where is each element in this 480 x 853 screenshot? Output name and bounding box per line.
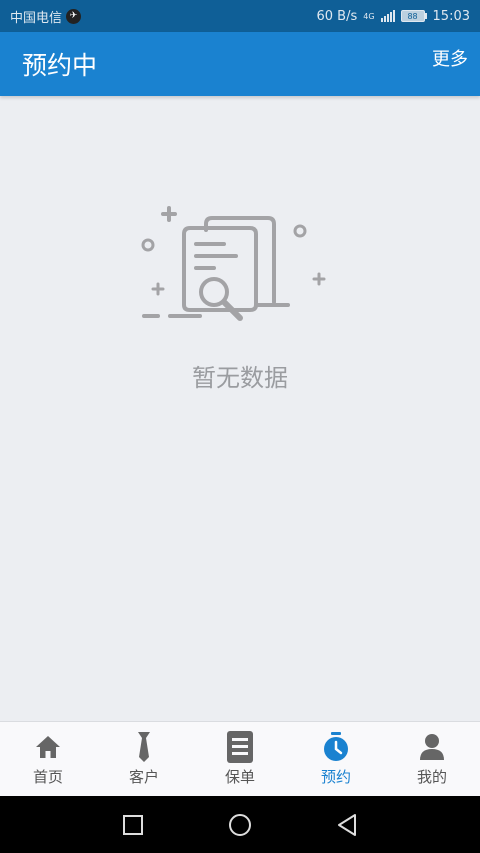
home-circle-icon[interactable]	[225, 810, 255, 840]
app-bar: 预约中 更多	[0, 32, 480, 96]
carrier-name: 中国电信	[10, 10, 63, 26]
tab-policies[interactable]: 保单	[192, 722, 288, 796]
page-title: 预约中	[22, 51, 98, 80]
document-search-icon	[141, 206, 326, 321]
clock-icon	[321, 731, 351, 762]
bottom-tab-bar: 首页 客户 保单 预约 我的	[0, 721, 480, 796]
empty-state: 暂无数据	[0, 200, 480, 393]
tab-label: 我的	[416, 767, 447, 786]
status-time: 15:03	[432, 8, 470, 24]
battery-icon: 88	[400, 10, 427, 22]
carrier-logo-icon: ✈	[66, 8, 82, 24]
tie-icon	[129, 731, 159, 762]
more-button[interactable]: 更多	[432, 45, 468, 71]
home-icon	[33, 732, 63, 762]
tab-label: 预约	[320, 767, 351, 786]
empty-message: 暂无数据	[192, 364, 288, 392]
tab-customers[interactable]: 客户	[96, 722, 192, 796]
tab-label: 首页	[32, 767, 63, 786]
network-type: 4G	[363, 11, 375, 21]
back-icon[interactable]	[332, 810, 362, 840]
tab-profile[interactable]: 我的	[384, 722, 480, 796]
signal-icon	[380, 10, 395, 22]
policy-icon	[225, 730, 255, 763]
user-icon	[417, 732, 447, 762]
tab-label: 保单	[224, 767, 255, 786]
status-bar: 中国电信 ✈ 60 B/s 4G 88 15:03	[0, 0, 480, 32]
system-nav-bar	[0, 796, 480, 853]
tab-label: 客户	[128, 767, 159, 786]
battery-level: 88	[400, 10, 425, 22]
status-right: 60 B/s 4G 88 15:03	[316, 9, 470, 24]
recent-apps-icon[interactable]	[118, 810, 148, 840]
network-speed: 60 B/s	[316, 8, 358, 24]
status-left: 中国电信 ✈	[10, 7, 82, 26]
tab-appointments[interactable]: 预约	[288, 722, 384, 796]
tab-home[interactable]: 首页	[0, 722, 96, 796]
